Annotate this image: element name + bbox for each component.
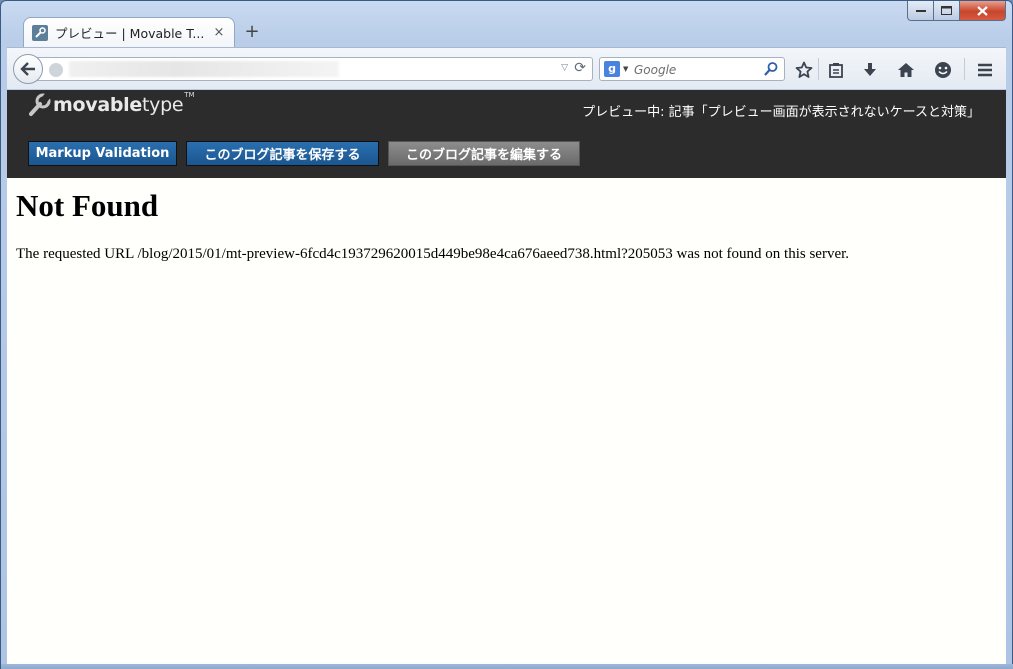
error-message: The requested URL /blog/2015/01/mt-previ… [16,246,850,262]
edit-entry-button[interactable]: このブログ記事を編集する [388,141,580,166]
new-tab-button[interactable]: + [243,23,261,41]
search-bar[interactable]: g ▼ [599,57,785,81]
movabletype-logo: movabletype TM [27,91,195,118]
home-icon[interactable] [895,59,917,81]
url-bar[interactable]: ▽ ⟳ [37,57,593,81]
toolbar-separator [964,58,965,80]
url-history-dropdown-icon[interactable]: ▽ [561,63,568,73]
minimize-button[interactable] [907,1,934,21]
url-text-blurred [69,61,339,77]
logo-text: movabletype [53,94,184,116]
window-bottom-frame [1,664,1013,669]
google-icon[interactable]: g [604,61,620,77]
browser-window: プレビュー | Movable T... × + ▽ ⟳ g ▼ Google … [0,0,1013,669]
trademark-mark: TM [184,91,195,99]
back-button[interactable] [13,54,43,84]
tab-close-icon[interactable]: × [212,25,226,40]
download-icon[interactable] [859,59,881,81]
window-controls [907,1,1006,21]
reading-list-icon[interactable] [825,59,847,81]
search-input[interactable] [634,61,764,78]
maximize-icon [941,6,952,15]
movabletype-favicon-icon [32,24,48,41]
close-icon [977,5,988,16]
reload-icon[interactable]: ⟳ [574,60,586,76]
tab-preview[interactable]: プレビュー | Movable T... × [23,17,235,47]
minimize-icon [915,9,926,12]
save-entry-button[interactable]: このブログ記事を保存する [186,141,379,166]
search-icon[interactable] [763,61,779,77]
mt-preview-header: movabletype TM プレビュー中: 記事「プレビュー画面が表示されない… [7,90,1006,178]
close-window-button[interactable] [960,1,1006,21]
page-content: movabletype TM プレビュー中: 記事「プレビュー画面が表示されない… [7,90,1006,664]
tab-title: プレビュー | Movable T... [55,26,205,41]
wrench-logo-icon [29,92,51,116]
maximize-button[interactable] [934,1,960,21]
bookmark-star-icon[interactable] [793,59,815,81]
navigation-toolbar: ▽ ⟳ g ▼ [7,47,1006,89]
page-title: Not Found [16,188,159,223]
preview-status: プレビュー中: 記事「プレビュー画面が表示されないケースと対策」 [582,105,980,120]
globe-icon [49,63,63,77]
smiley-icon[interactable] [932,59,954,81]
search-engine-dropdown-icon[interactable]: ▼ [623,65,628,73]
back-arrow-icon [20,62,35,76]
toolbar-separator [818,58,819,80]
menu-icon[interactable] [974,59,996,81]
markup-validation-button[interactable]: Markup Validation [28,141,177,166]
